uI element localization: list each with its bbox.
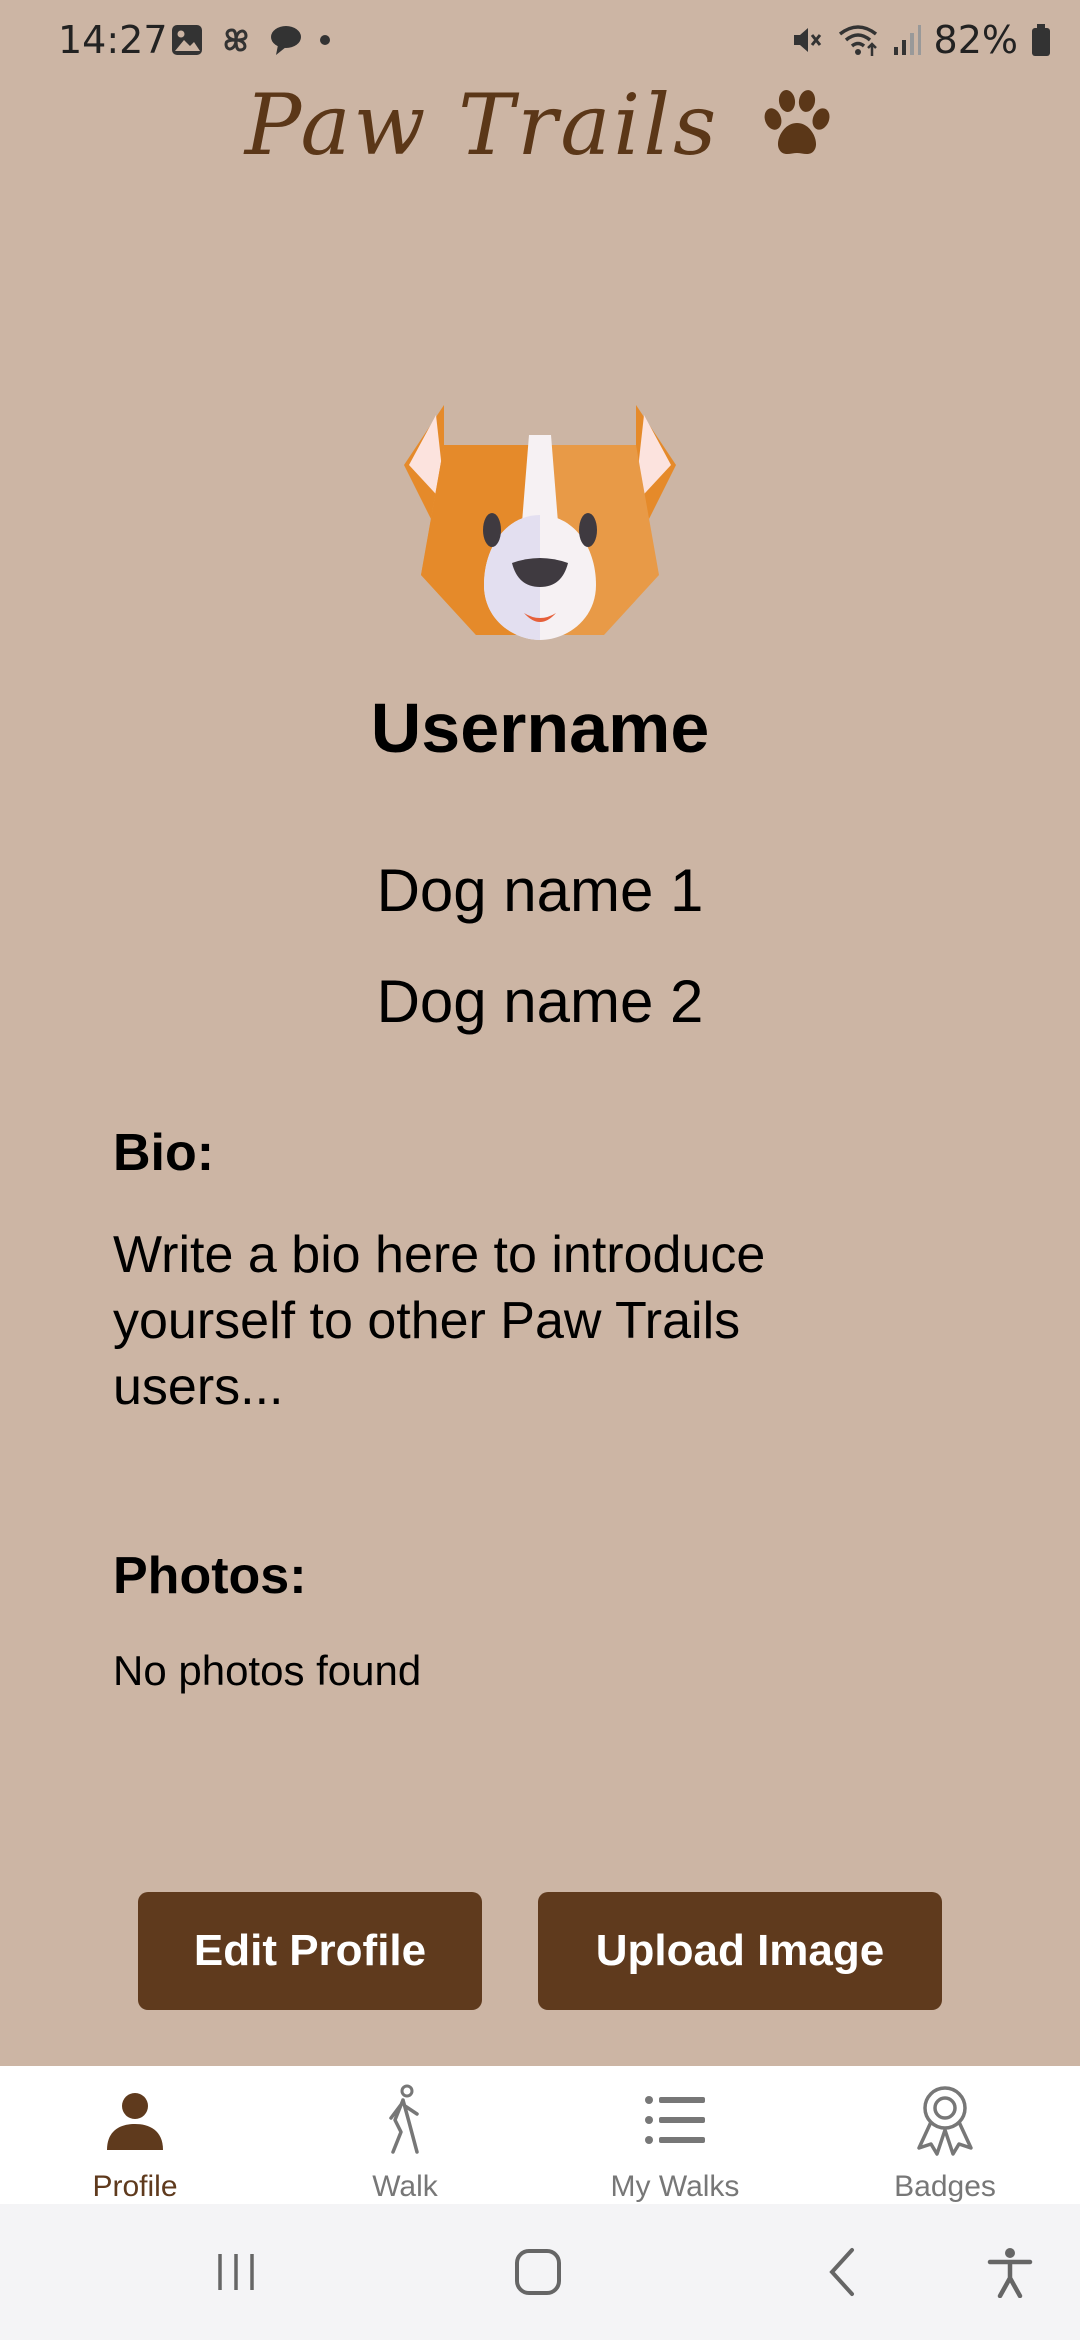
nav-label: Profile [92, 2170, 178, 2203]
nav-label: Badges [894, 2170, 996, 2203]
photos-empty-message: No photos found [113, 1647, 422, 1694]
username: Username [370, 689, 710, 767]
back-icon [829, 2248, 854, 2296]
person-icon [107, 2093, 163, 2150]
notification-icons [170, 22, 332, 58]
bottom-nav: Profile Walk My Walks Badges [0, 2066, 1080, 2204]
home-button[interactable] [498, 2242, 578, 2302]
edit-profile-button[interactable]: Edit Profile [138, 1892, 482, 2010]
recent-apps-icon [218, 2254, 254, 2290]
badge-icon [917, 2086, 973, 2156]
status-time: 14:27 [58, 18, 168, 62]
system-icons: 82% [788, 18, 1052, 62]
photos-label: Photos: [113, 1547, 307, 1605]
accessibility-button[interactable] [970, 2242, 1050, 2302]
dog-name: Dog name 1 [376, 857, 704, 924]
dot-icon [320, 35, 330, 45]
dog-name: Dog name 2 [376, 968, 704, 1035]
nav-label: My Walks [610, 2170, 740, 2203]
back-button[interactable] [802, 2242, 882, 2302]
walk-icon [389, 2084, 419, 2154]
chat-icon [271, 26, 301, 55]
app-header: Paw Trails [0, 70, 1080, 180]
home-icon [515, 2249, 561, 2295]
nav-item-walk[interactable]: Walk [270, 2066, 540, 2204]
signal-icon [893, 25, 921, 55]
nav-item-profile[interactable]: Profile [0, 2066, 270, 2204]
status-bar: 14:27 82% [0, 0, 1080, 80]
pinwheel-icon [224, 28, 248, 52]
upload-image-button[interactable]: Upload Image [538, 1892, 942, 2010]
bio-label: Bio: [113, 1124, 215, 1182]
list-icon [645, 2096, 705, 2144]
image-icon [172, 25, 202, 55]
battery-percent: 82% [933, 18, 1018, 62]
paw-icon [764, 90, 830, 154]
recent-apps-button[interactable] [196, 2242, 276, 2302]
wifi-icon [838, 25, 877, 56]
battery-icon [1032, 24, 1050, 56]
nav-label: Walk [372, 2170, 438, 2203]
bio-text: Write a bio here to introduce yourself t… [113, 1226, 766, 1416]
mute-icon [793, 28, 821, 52]
nav-item-badges[interactable]: Badges [810, 2066, 1080, 2204]
dog-avatar-icon [404, 405, 676, 640]
nav-item-my-walks[interactable]: My Walks [540, 2066, 810, 2204]
app-title: Paw Trails [244, 76, 720, 174]
accessibility-icon [987, 2248, 1033, 2298]
system-nav-bar [0, 2204, 1080, 2340]
